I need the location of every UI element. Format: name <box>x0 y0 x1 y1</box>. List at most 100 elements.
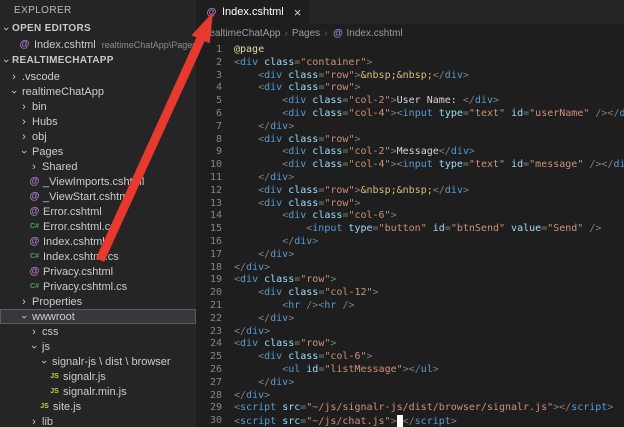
line-number: 28 <box>209 389 222 401</box>
tree-item-error-cshtml-cs[interactable]: C# Error.cshtml.cs <box>0 219 196 234</box>
chevron-down-icon[interactable]: › <box>18 311 30 323</box>
code-line[interactable]: 20 <div class="col-12"> <box>196 287 624 300</box>
tree-item-label: site.js <box>53 400 82 413</box>
code-line[interactable]: 29 <script src="~/js/signalr-js/dist/brow… <box>196 402 624 415</box>
code-line[interactable]: 23 </div> <box>196 326 624 339</box>
code-text: <div class="col-6"> <box>282 210 397 222</box>
code-line[interactable]: 28 </div> <box>196 390 624 403</box>
code-line[interactable]: 8 <div class="row"> <box>196 134 624 147</box>
tree-item-signalr-js[interactable]: JS signalr.js <box>0 369 196 384</box>
tree-item-site-js[interactable]: JS site.js <box>0 399 196 414</box>
code-line[interactable]: 9 <div class="col-2">Message</div> <box>196 146 624 159</box>
tree-item-wwwroot[interactable]: › wwwroot <box>0 309 196 324</box>
tree-item-signalr-min-js[interactable]: JS signalr.min.js <box>0 384 196 399</box>
line-number: 29 <box>209 402 222 414</box>
code-line[interactable]: 3 <div class="row">&nbsp;&nbsp;</div> <box>196 70 624 83</box>
line-number: 11 <box>209 171 222 183</box>
code-line[interactable]: 6 <div class="col-4"><input type="text" … <box>196 108 624 121</box>
workspace-header[interactable]: › REALTIMECHATAPP <box>0 52 196 69</box>
tree-item-privacy-cshtml[interactable]: @ Privacy.cshtml <box>0 264 196 279</box>
breadcrumb-item-index-cshtml[interactable]: @ Index.cshtml <box>332 28 403 39</box>
code-line[interactable]: 2 <div class="container"> <box>196 57 624 70</box>
chevron-right-icon[interactable]: › <box>18 116 30 128</box>
code-line[interactable]: 11 </div> <box>196 172 624 185</box>
code-line[interactable]: 18 </div> <box>196 262 624 275</box>
chevron-right-icon[interactable]: › <box>28 416 40 427</box>
code-line[interactable]: 16 </div> <box>196 236 624 249</box>
code-line[interactable]: 26 <ul id="listMessage"></ul> <box>196 364 624 377</box>
razor-file-icon: @ <box>29 266 40 277</box>
chevron-right-icon[interactable]: › <box>18 296 30 308</box>
tree-item-css[interactable]: › css <box>0 324 196 339</box>
code-line[interactable]: 30 <script src="~/js/chat.js"> </script> <box>196 415 624 427</box>
tree-item-error-cshtml[interactable]: @ Error.cshtml <box>0 204 196 219</box>
open-editor-item-index-cshtml[interactable]: @ Index.cshtml realtimeChatApp\Pages <box>0 37 196 52</box>
chevron-down-icon[interactable]: › <box>18 146 30 158</box>
tree-item-realtimechatapp[interactable]: › realtimeChatApp <box>0 84 196 99</box>
razor-file-icon: @ <box>19 39 30 50</box>
code-line[interactable]: 4 <div class="row"> <box>196 82 624 95</box>
code-line[interactable]: 1 @page <box>196 44 624 57</box>
code-line[interactable]: 5 <div class="col-2">User Name: </div> <box>196 95 624 108</box>
code-line[interactable]: 27 </div> <box>196 377 624 390</box>
code-line[interactable]: 15 <input type="button" id="btnSend" val… <box>196 223 624 236</box>
workspace-label: REALTIMECHATAPP <box>12 55 114 66</box>
tree-item-signalr-js-dist-browser[interactable]: › signalr-js \ dist \ browser <box>0 354 196 369</box>
code-text: </div> <box>258 248 295 260</box>
chevron-down-icon[interactable]: › <box>0 55 12 67</box>
code-line[interactable]: 21 <hr /><hr /> <box>196 300 624 313</box>
tree-item-pages[interactable]: › Pages <box>0 144 196 159</box>
chevron-right-icon[interactable]: › <box>28 326 40 338</box>
js-file-icon: JS <box>40 403 49 410</box>
tree-item-obj[interactable]: › obj <box>0 129 196 144</box>
code-line[interactable]: 19 <div class="row"> <box>196 274 624 287</box>
tree-item-label: Privacy.cshtml.cs <box>43 280 128 293</box>
chevron-down-icon[interactable]: › <box>8 86 20 98</box>
tree-item-hubs[interactable]: › Hubs <box>0 114 196 129</box>
code-line[interactable]: 25 <div class="col-6"> <box>196 351 624 364</box>
tree-item-shared[interactable]: › Shared <box>0 159 196 174</box>
tree-item-label: wwwroot <box>32 310 75 323</box>
code-line[interactable]: 24 <div class="row"> <box>196 338 624 351</box>
tree-item-viewstart-cshtml[interactable]: @ _ViewStart.cshtml <box>0 189 196 204</box>
chevron-down-icon[interactable]: › <box>38 356 50 368</box>
tree-item-vscode[interactable]: › .vscode <box>0 69 196 84</box>
code-line[interactable]: 17 </div> <box>196 249 624 262</box>
tab-index-cshtml[interactable]: @ Index.cshtml × <box>196 0 311 24</box>
tree-item-viewimports-cshtml[interactable]: @ _ViewImports.cshtml <box>0 174 196 189</box>
line-number: 10 <box>209 159 222 171</box>
code-text: <hr /><hr /> <box>282 299 355 311</box>
line-number: 13 <box>209 197 222 209</box>
breadcrumb-item-pages[interactable]: Pages <box>292 28 320 39</box>
tree-item-index-cshtml-cs[interactable]: C# Index.cshtml.cs <box>0 249 196 264</box>
js-file-icon: JS <box>50 388 59 395</box>
tree-item-properties[interactable]: › Properties <box>0 294 196 309</box>
tab-label: Index.cshtml <box>222 6 284 18</box>
code-line[interactable]: 12 <div class="row">&nbsp;&nbsp;</div> <box>196 185 624 198</box>
code-line[interactable]: 14 <div class="col-6"> <box>196 210 624 223</box>
code-line[interactable]: 13 <div class="row"> <box>196 198 624 211</box>
chevron-right-icon[interactable]: › <box>28 161 40 173</box>
chevron-right-icon[interactable]: › <box>8 71 20 83</box>
breadcrumb-item-realtimechatapp[interactable]: realtimeChatApp <box>206 28 280 39</box>
code-line[interactable]: 10 <div class="col-4"><input type="text"… <box>196 159 624 172</box>
open-editors-header[interactable]: › OPEN EDITORS <box>0 20 196 37</box>
code-line[interactable]: 22 </div> <box>196 313 624 326</box>
chevron-right-icon[interactable]: › <box>18 131 30 143</box>
tree-item-bin[interactable]: › bin <box>0 99 196 114</box>
tree-item-index-cshtml[interactable]: @ Index.cshtml <box>0 234 196 249</box>
tree-item-label: Error.cshtml.cs <box>43 220 116 233</box>
code-line[interactable]: 7 </div> <box>196 121 624 134</box>
tree-item-js[interactable]: › js <box>0 339 196 354</box>
line-number: 17 <box>209 248 222 260</box>
close-icon[interactable]: × <box>294 6 302 19</box>
code-text: <div class="row">&nbsp;&nbsp;</div> <box>258 184 469 196</box>
code-area: 1 @page 2 <div class="container"> 3 <div cla… <box>196 42 624 427</box>
editor-area: @ Index.cshtml × realtimeChatApp › Pages › @… <box>196 0 624 427</box>
chevron-right-icon[interactable]: › <box>18 101 30 113</box>
tree-item-lib[interactable]: › lib <box>0 414 196 427</box>
tree-item-privacy-cshtml-cs[interactable]: C# Privacy.cshtml.cs <box>0 279 196 294</box>
explorer-title-label: EXPLORER <box>14 4 72 16</box>
chevron-down-icon[interactable]: › <box>28 341 40 353</box>
chevron-down-icon[interactable]: › <box>0 23 12 35</box>
